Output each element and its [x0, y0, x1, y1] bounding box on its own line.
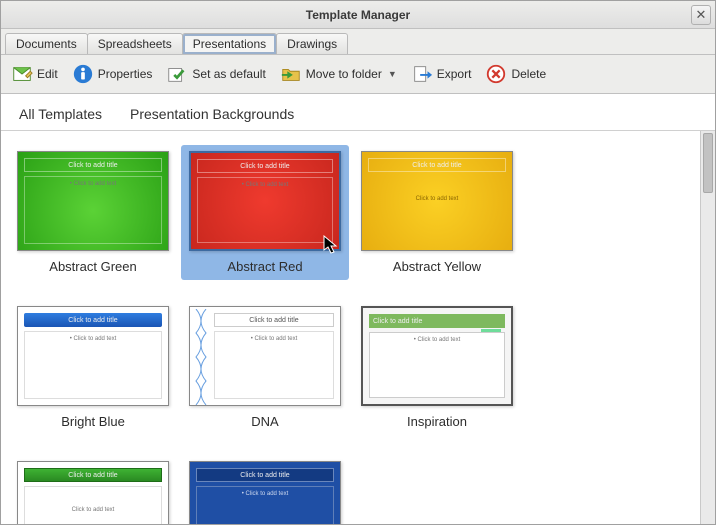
template-thumbnail: Click to add title • Click to add text	[17, 151, 169, 251]
template-thumbnail: Click to add title Click to add text	[17, 461, 169, 524]
template-metropolis[interactable]: Click to add title • Click to add text M…	[181, 455, 349, 524]
tab-label: Drawings	[287, 37, 337, 51]
template-bright-blue[interactable]: Click to add title • Click to add text B…	[9, 300, 177, 435]
template-thumbnail: Click to add title • Click to add text	[361, 306, 513, 406]
category-tabs: Documents Spreadsheets Presentations Dra…	[1, 29, 715, 54]
slide-body-placeholder: • Click to add text	[214, 331, 334, 399]
tab-presentations[interactable]: Presentations	[182, 33, 277, 54]
tab-drawings[interactable]: Drawings	[276, 33, 348, 54]
slide-title-placeholder: Click to add title	[196, 468, 334, 482]
export-button[interactable]: Export	[411, 63, 472, 85]
template-thumbnail: Click to add title • Click to add text	[189, 306, 341, 406]
chevron-down-icon: ▼	[388, 69, 397, 79]
template-label: Inspiration	[357, 414, 517, 429]
slide-body-placeholder: • Click to add text	[196, 486, 334, 524]
main-area: Click to add title • Click to add text A…	[1, 131, 715, 524]
template-thumbnail: Click to add title • Click to add text	[189, 461, 341, 524]
edit-button[interactable]: Edit	[11, 63, 58, 85]
toolbar-label: Edit	[37, 67, 58, 81]
slide-body-placeholder: • Click to add text	[369, 332, 505, 398]
template-label: Abstract Red	[185, 259, 345, 274]
template-label: DNA	[185, 414, 345, 429]
toolbar-label: Properties	[98, 67, 153, 81]
breadcrumb-folder[interactable]: Presentation Backgrounds	[130, 106, 294, 122]
tab-label: Presentations	[193, 37, 266, 51]
default-icon	[166, 63, 188, 85]
toolbar-label: Set as default	[192, 67, 265, 81]
template-abstract-red[interactable]: Click to add title • Click to add text A…	[181, 145, 349, 280]
template-thumbnail: Click to add title Click to add text	[361, 151, 513, 251]
slide-title-placeholder: Click to add title	[214, 313, 334, 327]
template-lush-green[interactable]: Click to add title Click to add text Lus…	[9, 455, 177, 524]
close-icon: ✕	[696, 7, 707, 23]
tab-label: Documents	[16, 37, 77, 51]
slide-title-placeholder: Click to add title	[24, 313, 162, 327]
template-dna[interactable]: Click to add title • Click to add text D…	[181, 300, 349, 435]
slide-body-placeholder: Click to add text	[368, 176, 506, 244]
close-button[interactable]: ✕	[691, 5, 711, 25]
toolbar-label: Move to folder	[306, 67, 382, 81]
scroll-thumb[interactable]	[703, 133, 713, 193]
move-to-folder-button[interactable]: Move to folder ▼	[280, 63, 397, 85]
tab-spreadsheets[interactable]: Spreadsheets	[87, 33, 183, 54]
template-abstract-yellow[interactable]: Click to add title Click to add text Abs…	[353, 145, 521, 280]
slide-title-placeholder: Click to add title	[368, 158, 506, 172]
slide-title-placeholder: Click to add title	[197, 159, 333, 173]
vertical-scrollbar[interactable]	[700, 131, 715, 524]
slide-body-placeholder: • Click to add text	[24, 331, 162, 399]
template-gallery: Click to add title • Click to add text A…	[1, 131, 700, 524]
properties-button[interactable]: Properties	[72, 63, 153, 85]
delete-icon	[485, 63, 507, 85]
slide-title-placeholder: Click to add title	[24, 468, 162, 482]
template-inspiration[interactable]: Click to add title • Click to add text I…	[353, 300, 521, 435]
slide-title-placeholder: Click to add title	[369, 314, 505, 328]
template-label: Abstract Green	[13, 259, 173, 274]
toolbar: Edit Properties Set as default Move to f…	[1, 54, 715, 94]
template-thumbnail: Click to add title • Click to add text	[189, 151, 341, 251]
toolbar-label: Export	[437, 67, 472, 81]
edit-icon	[11, 63, 33, 85]
breadcrumb-root[interactable]: All Templates	[19, 106, 102, 122]
folder-move-icon	[280, 63, 302, 85]
window-title: Template Manager	[306, 8, 410, 22]
slide-body-placeholder: • Click to add text	[197, 177, 333, 243]
template-abstract-green[interactable]: Click to add title • Click to add text A…	[9, 145, 177, 280]
tab-documents[interactable]: Documents	[5, 33, 88, 54]
breadcrumb: All Templates Presentation Backgrounds	[1, 94, 715, 131]
tab-label: Spreadsheets	[98, 37, 172, 51]
template-label: Abstract Yellow	[357, 259, 517, 274]
set-default-button[interactable]: Set as default	[166, 63, 265, 85]
template-label: Bright Blue	[13, 414, 173, 429]
toolbar-label: Delete	[511, 67, 546, 81]
template-thumbnail: Click to add title • Click to add text	[17, 306, 169, 406]
dna-strand-icon	[192, 309, 210, 405]
delete-button[interactable]: Delete	[485, 63, 546, 85]
slide-title-placeholder: Click to add title	[24, 158, 162, 172]
export-icon	[411, 63, 433, 85]
info-icon	[72, 63, 94, 85]
slide-body-placeholder: Click to add text	[24, 486, 162, 524]
titlebar: Template Manager ✕	[1, 1, 715, 29]
slide-body-placeholder: • Click to add text	[24, 176, 162, 244]
